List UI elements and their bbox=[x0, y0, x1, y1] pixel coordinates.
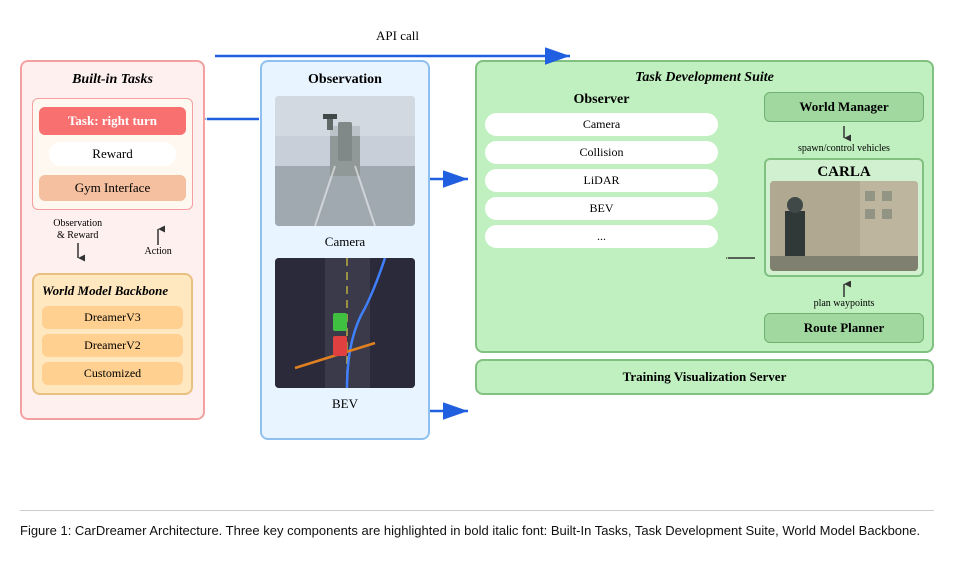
carla-box: CARLA bbox=[764, 158, 924, 277]
api-call-area: API call bbox=[215, 28, 580, 66]
world-manager-column: World Manager bbox=[764, 92, 924, 343]
carla-title: CARLA bbox=[770, 164, 918, 181]
observer-column: Observer Camera Collision LiDAR BEV ... bbox=[485, 92, 718, 343]
obs-to-lidar-arrow bbox=[430, 170, 475, 188]
observer-camera: Camera bbox=[485, 113, 718, 136]
figure-caption: Figure 1: CarDreamer Architecture. Three… bbox=[20, 510, 934, 541]
bev-to-training-arrow bbox=[430, 402, 475, 420]
task-right-turn: Task: right turn bbox=[39, 107, 186, 135]
world-model-backbone: World Model Backbone DreamerV3 DreamerV2… bbox=[32, 273, 193, 395]
api-call-label: API call bbox=[376, 28, 419, 44]
obs-to-builtin-arrow bbox=[205, 110, 260, 128]
dreamerv3-box: DreamerV3 bbox=[42, 306, 183, 329]
builtin-tasks-title: Built-in Tasks bbox=[32, 72, 193, 88]
left-arrow-block bbox=[205, 110, 260, 128]
main-row: Built-in Tasks Task: right turn Reward G… bbox=[20, 60, 934, 440]
carla-scene-svg bbox=[770, 181, 918, 271]
observer-lidar: LiDAR bbox=[485, 169, 718, 192]
gym-interface: Gym Interface bbox=[39, 175, 186, 201]
observer-bev: BEV bbox=[485, 197, 718, 220]
bev-label: BEV bbox=[332, 396, 358, 412]
camera-image bbox=[275, 96, 415, 226]
caption-text: Figure 1: CarDreamer Architecture. Three… bbox=[20, 523, 920, 538]
action-up-arrow bbox=[151, 225, 165, 245]
spawn-arrow-svg bbox=[837, 126, 851, 142]
action-label: Action bbox=[145, 246, 172, 257]
world-manager-box: World Manager bbox=[764, 92, 924, 122]
reward-box: Reward bbox=[49, 142, 176, 166]
observer-collision: Collision bbox=[485, 141, 718, 164]
plan-label: plan waypoints bbox=[814, 298, 875, 309]
route-planner-box: Route Planner bbox=[764, 313, 924, 343]
training-vis-server: Training Visualization Server bbox=[475, 359, 934, 395]
carla-image bbox=[770, 181, 918, 271]
spawn-arrow: spawn/control vehicles bbox=[764, 126, 924, 154]
obs-action-arrows: Observation& Reward bbox=[32, 218, 193, 263]
builtin-tasks-panel: Built-in Tasks Task: right turn Reward G… bbox=[20, 60, 205, 420]
obs-reward-group: Observation& Reward bbox=[53, 218, 102, 263]
bev-scene-svg bbox=[275, 258, 415, 388]
camera-scene-svg bbox=[275, 96, 415, 226]
diagram-container: API call Built-in Tasks Task: right turn… bbox=[20, 20, 934, 541]
camera-label: Camera bbox=[325, 234, 365, 250]
plan-arrow: plan waypoints bbox=[764, 281, 924, 309]
carla-to-lidar-arrow-block bbox=[726, 172, 756, 343]
observation-title: Observation bbox=[308, 72, 382, 88]
middle-arrows bbox=[430, 60, 475, 420]
dreamerv2-box: DreamerV2 bbox=[42, 334, 183, 357]
task-dev-suite-panel: Task Development Suite Observer Camera C… bbox=[475, 60, 934, 353]
world-model-title: World Model Backbone bbox=[42, 283, 183, 299]
task-box: Task: right turn Reward Gym Interface bbox=[32, 98, 193, 210]
customized-box: Customized bbox=[42, 362, 183, 385]
task-dev-title: Task Development Suite bbox=[485, 70, 924, 86]
api-call-arrow bbox=[215, 46, 580, 66]
right-section: Task Development Suite Observer Camera C… bbox=[475, 60, 934, 395]
observer-more: ... bbox=[485, 225, 718, 248]
obs-down-arrow bbox=[71, 243, 85, 263]
action-group: Action bbox=[145, 225, 172, 257]
main-area: API call Built-in Tasks Task: right turn… bbox=[20, 20, 934, 490]
carla-to-lidar-arrow bbox=[726, 249, 756, 267]
observation-panel: Observation bbox=[260, 60, 430, 440]
obs-reward-label: Observation& Reward bbox=[53, 218, 102, 242]
task-dev-inner: Observer Camera Collision LiDAR BEV ... bbox=[485, 92, 924, 343]
spawn-label: spawn/control vehicles bbox=[798, 143, 890, 154]
plan-arrow-svg bbox=[837, 281, 851, 297]
bev-image bbox=[275, 258, 415, 388]
observer-title: Observer bbox=[485, 92, 718, 108]
